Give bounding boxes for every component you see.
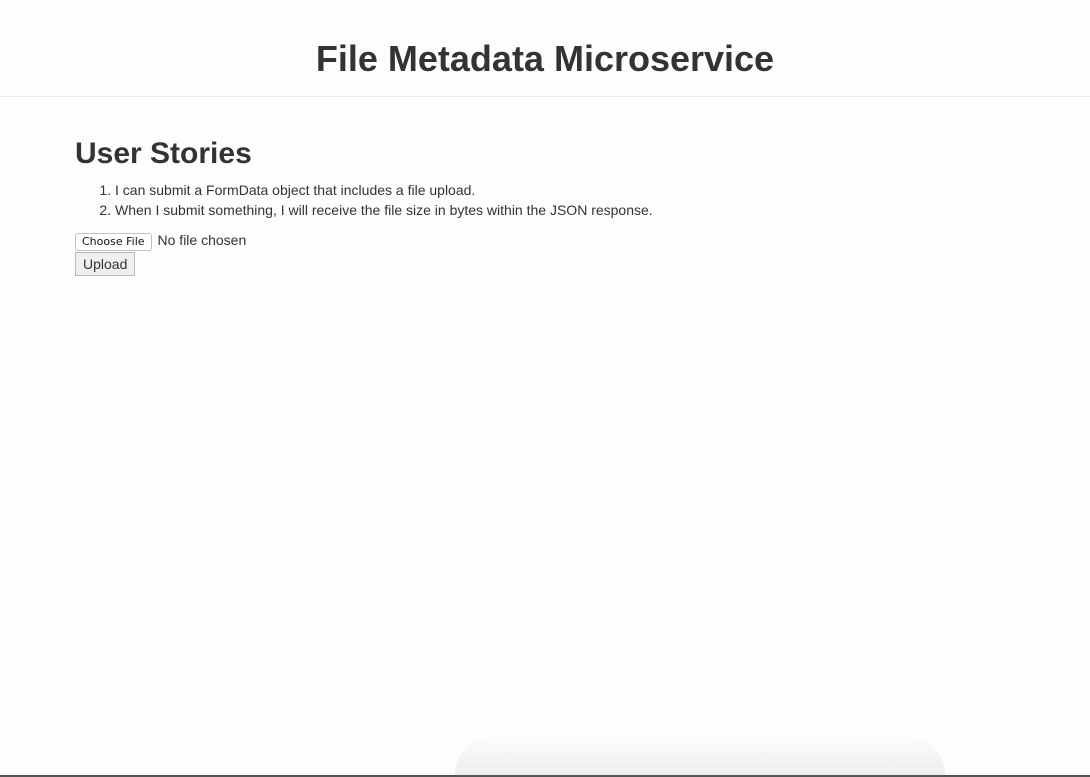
- file-input[interactable]: Choose File No file chosen: [75, 230, 1015, 251]
- main-content: User Stories I can submit a FormData obj…: [75, 135, 1015, 276]
- user-stories-list: I can submit a FormData object that incl…: [75, 180, 1015, 220]
- page-header: File Metadata Microservice: [0, 0, 1090, 97]
- file-status-text: No file chosen: [157, 232, 247, 248]
- upload-button[interactable]: Upload: [75, 252, 136, 276]
- page-title: File Metadata Microservice: [315, 38, 775, 79]
- upload-form: Choose File No file chosen Upload: [75, 230, 1015, 276]
- user-stories-heading: User Stories: [75, 137, 252, 170]
- choose-file-button[interactable]: Choose File: [75, 233, 152, 251]
- user-story-item: When I submit something, I will receive …: [115, 200, 1015, 220]
- user-story-item: I can submit a FormData object that incl…: [115, 180, 1015, 200]
- bottom-shadow: [455, 735, 945, 777]
